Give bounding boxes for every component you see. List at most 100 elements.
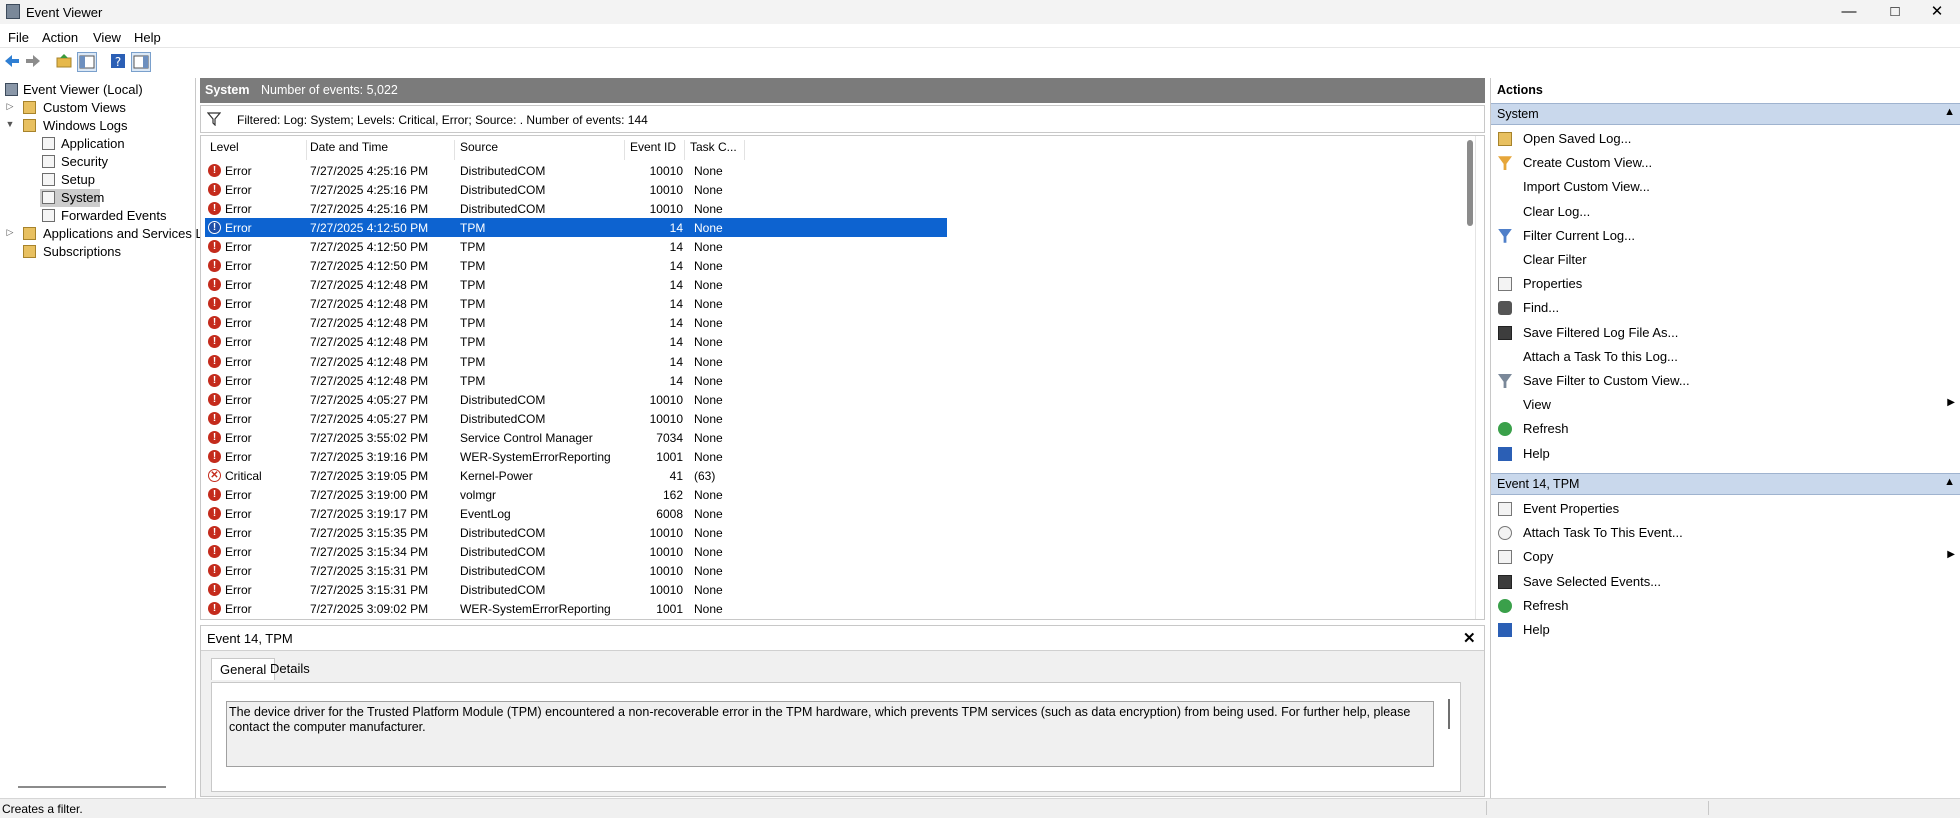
event-row[interactable]: ! Error 7/27/2025 4:12:48 PM TPM 14 None <box>205 332 947 351</box>
event-row[interactable]: ! Error 7/27/2025 4:12:48 PM TPM 14 None <box>205 313 947 332</box>
event-row[interactable]: ! Error 7/27/2025 4:05:27 PM DistributedCOM… <box>205 390 947 409</box>
event-row[interactable]: ! Error 7/27/2025 4:12:50 PM TPM 14 None <box>205 256 947 275</box>
action-help[interactable]: Help <box>1491 618 1960 642</box>
tree-item-setup[interactable]: Setup <box>0 171 195 189</box>
tree-item-windows-logs[interactable]: ▼ Windows Logs <box>0 117 195 135</box>
event-row[interactable]: ! Error 7/27/2025 4:12:48 PM TPM 14 None <box>205 294 947 313</box>
event-row[interactable]: ! Error 7/27/2025 3:15:34 PM DistributedCOM… <box>205 542 947 561</box>
cell-source: TPM <box>460 297 486 312</box>
event-row[interactable]: ! Error 7/27/2025 4:05:27 PM DistributedCOM… <box>205 409 947 428</box>
action-clear-filter[interactable]: Clear Filter <box>1491 248 1960 272</box>
action-refresh[interactable]: Refresh <box>1491 594 1960 618</box>
action-save-selected-events[interactable]: Save Selected Events... <box>1491 570 1960 594</box>
action-find[interactable]: Find... <box>1491 296 1960 320</box>
action-event-properties[interactable]: Event Properties <box>1491 497 1960 521</box>
tree-label: Forwarded Events <box>61 208 167 223</box>
collapse-section-icon[interactable]: ▲ <box>1944 476 1955 488</box>
event-row[interactable]: ! Error 7/27/2025 3:19:00 PM volmgr 162 None <box>205 485 947 504</box>
expand-arrow-icon[interactable]: ▷ <box>5 101 15 112</box>
action-open-saved-log[interactable]: Open Saved Log... <box>1491 127 1960 151</box>
forward-arrow-icon[interactable] <box>24 52 44 72</box>
horizontal-scrollbar[interactable] <box>18 786 166 788</box>
event-row[interactable]: ✕ Critical 7/27/2025 3:19:05 PM Kernel-Powe… <box>205 466 947 485</box>
back-arrow-icon[interactable] <box>3 52 23 72</box>
cell-level: Error <box>225 278 252 293</box>
tree-item-custom-views[interactable]: ▷ Custom Views <box>0 99 195 117</box>
event-row[interactable]: ! Error 7/27/2025 3:15:31 PM DistributedCOM… <box>205 561 947 580</box>
expand-arrow-icon[interactable]: ▷ <box>5 227 15 238</box>
tab-details[interactable]: Details <box>262 658 318 680</box>
event-row[interactable]: ! Error 7/27/2025 3:19:16 PM WER-SystemErro… <box>205 447 947 466</box>
column-header-source[interactable]: Source <box>455 140 625 160</box>
event-row[interactable]: ! Error 7/27/2025 4:25:16 PM DistributedCOM… <box>205 199 947 218</box>
help-icon <box>1498 623 1512 637</box>
column-header-event-id[interactable]: Event ID <box>625 140 685 160</box>
tree-item-subscriptions[interactable]: Subscriptions <box>0 243 195 261</box>
show-hide-console-tree-icon[interactable] <box>77 52 97 72</box>
vertical-scrollbar-thumb[interactable] <box>1467 140 1473 226</box>
log-icon <box>42 137 55 150</box>
collapse-arrow-icon[interactable]: ▼ <box>5 119 15 129</box>
action-properties[interactable]: Properties <box>1491 272 1960 296</box>
cell-level: Error <box>225 411 252 426</box>
event-row[interactable]: ! Error 7/27/2025 4:12:50 PM TPM 14 None <box>205 237 947 256</box>
event-row[interactable]: ! Error 7/27/2025 4:12:48 PM TPM 14 None <box>205 371 947 390</box>
action-label: Refresh <box>1523 421 1569 437</box>
event-row[interactable]: ! Error 7/27/2025 4:25:16 PM DistributedCOM… <box>205 180 947 199</box>
event-row[interactable]: ! Error 7/27/2025 3:15:35 PM DistributedCOM… <box>205 523 947 542</box>
event-row[interactable]: ! Error 7/27/2025 3:15:31 PM DistributedCOM… <box>205 580 947 599</box>
action-attach-task-to-this-event[interactable]: Attach Task To This Event... <box>1491 521 1960 545</box>
actions-section-event[interactable]: Event 14, TPM ▲ <box>1491 473 1960 495</box>
tree-item-event-viewer-local[interactable]: Event Viewer (Local) <box>0 81 195 99</box>
maximize-button[interactable]: □ <box>1872 0 1918 24</box>
up-folder-icon[interactable] <box>55 52 75 72</box>
action-copy[interactable]: Copy ▶ <box>1491 545 1960 569</box>
tree-item-applications-and-services[interactable]: ▷ Applications and Services Lo <box>0 225 210 243</box>
cell-source: DistributedCOM <box>460 583 546 598</box>
action-clear-log[interactable]: Clear Log... <box>1491 200 1960 224</box>
event-row[interactable]: ! Error 7/27/2025 4:12:50 PM TPM 14 None <box>205 218 947 238</box>
collapse-section-icon[interactable]: ▲ <box>1944 106 1955 118</box>
actions-section-system[interactable]: System ▲ <box>1491 103 1960 125</box>
action-help[interactable]: Help <box>1491 442 1960 466</box>
action-label: Find... <box>1523 300 1560 316</box>
minimize-button[interactable]: — <box>1826 0 1872 24</box>
cell-source: WER-SystemErrorReporting <box>460 602 611 617</box>
event-row[interactable]: ! Error 7/27/2025 4:25:16 PM DistributedCOM… <box>205 161 947 180</box>
tree-item-forwarded-events[interactable]: Forwarded Events <box>0 207 195 225</box>
event-row[interactable]: ! Error 7/27/2025 3:55:02 PM Service Contro… <box>205 428 947 447</box>
action-create-custom-view[interactable]: Create Custom View... <box>1491 151 1960 175</box>
action-label: Save Filtered Log File As... <box>1523 324 1679 340</box>
action-filter-current-log[interactable]: Filter Current Log... <box>1491 224 1960 248</box>
show-hide-action-pane-icon[interactable] <box>131 52 151 72</box>
close-detail-icon[interactable]: ✕ <box>1463 629 1476 647</box>
cell-level: Error <box>225 564 252 579</box>
menu-help[interactable]: Help <box>134 30 161 45</box>
action-import-custom-view[interactable]: Import Custom View... <box>1491 175 1960 199</box>
column-header-level[interactable]: Level <box>205 140 307 160</box>
cell-task-category: None <box>694 202 723 217</box>
tree-item-security[interactable]: Security <box>0 153 195 171</box>
tree-item-application[interactable]: Application <box>0 135 195 153</box>
menu-file[interactable]: File <box>8 30 29 45</box>
event-row[interactable]: ! Error 7/27/2025 3:19:17 PM EventLog 6008 No… <box>205 504 947 523</box>
event-row[interactable]: ! Error 7/27/2025 4:12:48 PM TPM 14 None <box>205 275 947 294</box>
action-attach-a-task-to-this-log[interactable]: Attach a Task To this Log... <box>1491 345 1960 369</box>
tree-item-system[interactable]: System <box>0 189 195 207</box>
action-refresh[interactable]: Refresh <box>1491 417 1960 441</box>
cell-date-time: 7/27/2025 3:15:31 PM <box>310 583 429 598</box>
help-icon[interactable]: ? <box>109 52 129 72</box>
action-view[interactable]: View ▶ <box>1491 393 1960 417</box>
cell-date-time: 7/27/2025 4:12:48 PM <box>310 335 429 350</box>
action-save-filtered-log-file-as[interactable]: Save Filtered Log File As... <box>1491 321 1960 345</box>
event-row[interactable]: ! Error 7/27/2025 3:09:02 PM WER-SystemErro… <box>205 599 947 618</box>
event-row[interactable]: ! Error 7/27/2025 4:12:48 PM TPM 14 None <box>205 352 947 371</box>
column-header-date-time[interactable]: Date and Time <box>305 140 455 160</box>
description-scrollbar[interactable] <box>1448 699 1450 729</box>
action-save-filter-to-custom-view[interactable]: Save Filter to Custom View... <box>1491 369 1960 393</box>
menu-view[interactable]: View <box>93 30 121 45</box>
menu-action[interactable]: Action <box>42 30 78 45</box>
close-window-button[interactable]: ✕ <box>1914 0 1960 24</box>
column-header-task-category[interactable]: Task C... <box>685 140 745 160</box>
cell-task-category: None <box>694 240 723 255</box>
